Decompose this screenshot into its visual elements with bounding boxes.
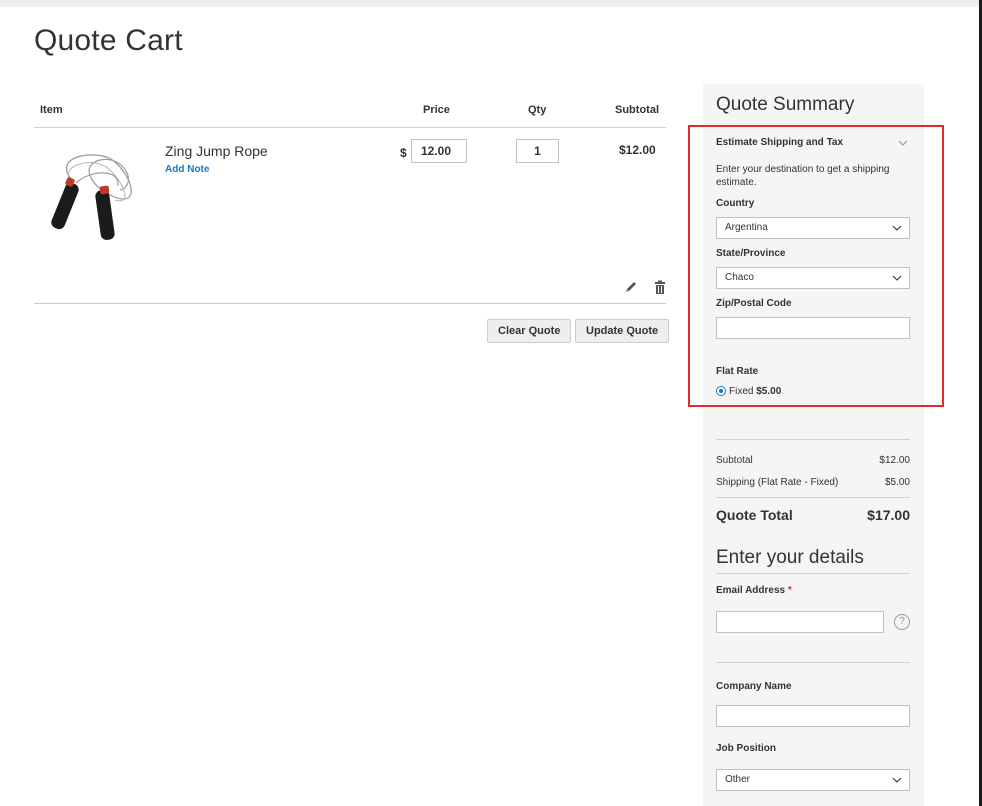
header-divider [34, 127, 666, 128]
column-header-item: Item [40, 104, 63, 116]
subtotal-value: $12.00 [879, 455, 910, 466]
row-subtotal: $12.00 [619, 143, 656, 157]
required-mark: * [787, 585, 792, 596]
product-name-link[interactable]: Zing Jump Rope [165, 143, 268, 159]
quantity-input[interactable] [516, 139, 559, 163]
shipping-label: Shipping (Flat Rate - Fixed) [716, 477, 839, 488]
grand-total-divider [716, 497, 910, 498]
details-title: Enter your details [716, 547, 864, 568]
chevron-down-icon [892, 777, 902, 783]
estimate-highlight-box [688, 125, 944, 407]
page-title: Quote Cart [34, 24, 183, 57]
quote-total-label: Quote Total [716, 507, 793, 523]
subtotal-label: Subtotal [716, 455, 753, 466]
email-input[interactable] [716, 611, 884, 633]
trash-icon[interactable] [652, 279, 668, 295]
job-position-selected-value: Other [725, 774, 751, 785]
job-position-label: Job Position [716, 743, 776, 754]
company-input[interactable] [716, 705, 910, 727]
totals-divider [716, 439, 910, 440]
help-question-icon[interactable]: ? [894, 614, 910, 630]
add-note-link[interactable]: Add Note [165, 164, 209, 175]
price-currency-symbol: $ [400, 146, 407, 160]
clear-quote-button[interactable]: Clear Quote [487, 319, 572, 343]
quote-summary-title: Quote Summary [716, 94, 855, 115]
edit-pencil-icon[interactable] [623, 279, 639, 295]
product-image-jump-rope[interactable] [40, 150, 146, 246]
update-quote-button[interactable]: Update Quote [575, 319, 670, 343]
quote-total-value: $17.00 [867, 507, 910, 523]
details-section-divider [716, 662, 910, 663]
column-header-qty: Qty [528, 104, 547, 116]
column-header-subtotal: Subtotal [615, 104, 659, 116]
details-divider [716, 573, 910, 574]
price-input[interactable] [411, 139, 467, 163]
email-label-text: Email Address [716, 585, 786, 596]
shipping-value: $5.00 [884, 477, 910, 488]
email-label: Email Address * [716, 585, 792, 596]
company-label: Company Name [716, 681, 792, 692]
job-position-select[interactable]: Other [716, 769, 910, 791]
column-header-price: Price [423, 104, 450, 116]
top-strip [0, 0, 982, 7]
row-divider [34, 303, 666, 304]
